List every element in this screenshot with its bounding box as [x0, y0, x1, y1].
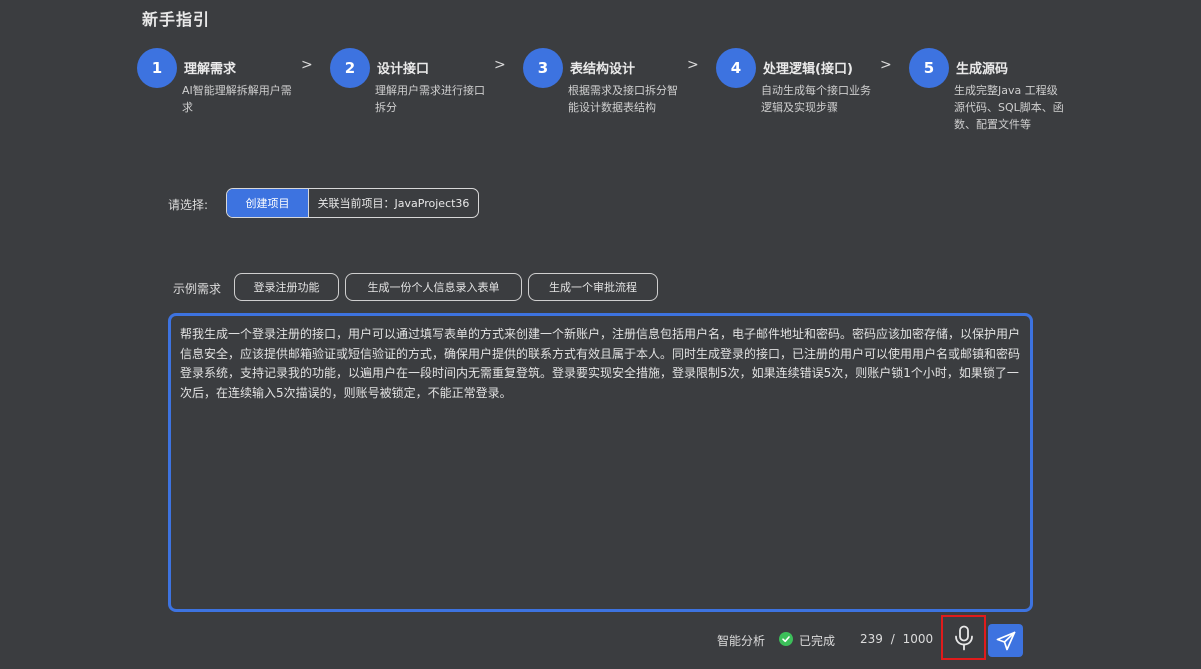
char-counter: 239 / 1000 — [860, 632, 933, 646]
step-title: 生成源码 — [956, 62, 1009, 77]
step-description: AI智能理解拆解用户需求 — [182, 84, 292, 114]
smart-analysis-label: 智能分析 — [717, 634, 766, 648]
step-description: 生成完整Java 工程级源代码、SQL脚本、函数、配置文件等 — [954, 84, 1064, 131]
project-mode-toggle: 创建项目 关联当前项目：JavaProject36 — [226, 188, 479, 218]
microphone-icon — [954, 625, 973, 650]
analysis-status: 已完成 — [799, 634, 836, 648]
step-number: 4 — [716, 48, 756, 88]
requirement-input-text[interactable]: 帮我生成一个登录注册的接口，用户可以通过填写表单的方式来创建一个新账户，注册信息… — [180, 325, 1021, 403]
char-count: 239 — [860, 632, 883, 646]
char-max: 1000 — [902, 632, 934, 646]
step-number: 3 — [523, 48, 563, 88]
example-chip-form[interactable]: 生成一份个人信息录入表单 — [345, 273, 522, 301]
step-arrow: > — [494, 57, 506, 73]
step-title: 设计接口 — [377, 62, 430, 77]
voice-input-button[interactable] — [941, 615, 986, 660]
examples-label: 示例需求 — [173, 282, 222, 296]
step-description: 根据需求及接口拆分智能设计数据表结构 — [568, 84, 678, 114]
page-root: 新手指引 1 理解需求 AI智能理解拆解用户需求 > 2 设计接口 理解用户需求… — [0, 0, 1201, 669]
step-number: 1 — [137, 48, 177, 88]
step-title: 表结构设计 — [570, 62, 636, 77]
requirement-input[interactable]: 帮我生成一个登录注册的接口，用户可以通过填写表单的方式来创建一个新账户，注册信息… — [168, 313, 1033, 612]
step-arrow: > — [301, 57, 313, 73]
step-title: 理解需求 — [184, 62, 237, 77]
step-arrow: > — [687, 57, 699, 73]
select-label: 请选择: — [168, 198, 209, 212]
send-icon — [996, 631, 1015, 650]
step-number: 5 — [909, 48, 949, 88]
step-description: 理解用户需求进行接口拆分 — [375, 84, 485, 114]
step-number: 2 — [330, 48, 370, 88]
create-project-option[interactable]: 创建项目 — [227, 189, 309, 217]
send-button[interactable] — [988, 624, 1023, 657]
example-chip-approval[interactable]: 生成一个审批流程 — [528, 273, 658, 301]
example-chip-login[interactable]: 登录注册功能 — [234, 273, 339, 301]
link-current-project-option[interactable]: 关联当前项目：JavaProject36 — [309, 189, 478, 217]
step-arrow: > — [880, 57, 892, 73]
step-title: 处理逻辑(接口) — [763, 62, 853, 77]
char-counter-separator: / — [890, 632, 895, 646]
step-description: 自动生成每个接口业务逻辑及实现步骤 — [761, 84, 871, 114]
check-circle-icon — [779, 632, 793, 646]
page-title: 新手指引 — [142, 10, 211, 29]
